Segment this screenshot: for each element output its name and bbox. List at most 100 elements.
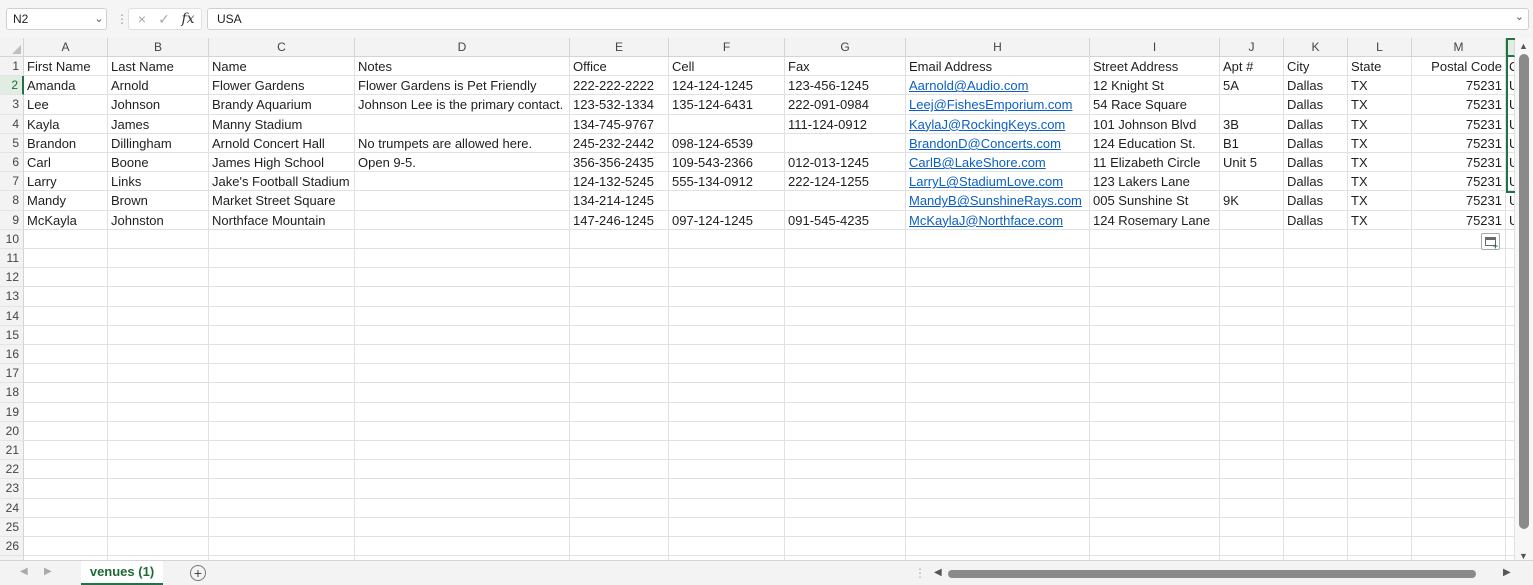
- cell[interactable]: [669, 191, 785, 211]
- cell[interactable]: [1090, 537, 1220, 557]
- row-header[interactable]: 17: [0, 364, 24, 384]
- cell[interactable]: 012-013-1245: [785, 153, 906, 173]
- cell[interactable]: [1506, 249, 1515, 269]
- cell[interactable]: 101 Johnson Blvd: [1090, 114, 1220, 134]
- cell[interactable]: TX: [1348, 153, 1412, 173]
- cell[interactable]: [1412, 402, 1506, 422]
- row-header[interactable]: 2: [0, 76, 24, 96]
- row-header[interactable]: 22: [0, 460, 24, 480]
- cell[interactable]: [1506, 325, 1515, 345]
- column-header-a[interactable]: A: [24, 38, 108, 57]
- cell[interactable]: [355, 498, 570, 518]
- cell[interactable]: 123 Lakers Lane: [1090, 172, 1220, 192]
- cell[interactable]: [355, 345, 570, 365]
- cell[interactable]: [1412, 383, 1506, 403]
- row-header[interactable]: 12: [0, 268, 24, 288]
- cell[interactable]: [1220, 287, 1284, 307]
- cell[interactable]: [24, 229, 108, 249]
- cell[interactable]: [1506, 517, 1515, 537]
- cell[interactable]: [1412, 325, 1506, 345]
- cell[interactable]: [1348, 479, 1412, 499]
- cell[interactable]: [24, 383, 108, 403]
- cell[interactable]: 75231: [1412, 133, 1506, 153]
- cell[interactable]: [570, 287, 669, 307]
- row-header[interactable]: 6: [0, 153, 24, 173]
- cell[interactable]: [108, 364, 209, 384]
- cell[interactable]: [1506, 537, 1515, 557]
- cell[interactable]: [1220, 325, 1284, 345]
- cell[interactable]: [906, 287, 1090, 307]
- cell[interactable]: Carl: [24, 153, 108, 173]
- cell[interactable]: U: [1506, 191, 1515, 211]
- cell[interactable]: [570, 517, 669, 537]
- cell[interactable]: [1348, 364, 1412, 384]
- cell[interactable]: [355, 306, 570, 326]
- cell[interactable]: [669, 517, 785, 537]
- row-header[interactable]: 13: [0, 287, 24, 307]
- cell[interactable]: 75231: [1412, 153, 1506, 173]
- cell[interactable]: [785, 441, 906, 461]
- cell[interactable]: 123-456-1245: [785, 76, 906, 96]
- cell[interactable]: TX: [1348, 172, 1412, 192]
- column-header-m[interactable]: M: [1412, 38, 1506, 57]
- cell[interactable]: KaylaJ@RockingKeys.com: [906, 114, 1090, 134]
- cell[interactable]: TX: [1348, 114, 1412, 134]
- cell[interactable]: State: [1348, 57, 1412, 77]
- cell[interactable]: [1220, 421, 1284, 441]
- cell[interactable]: [108, 441, 209, 461]
- cell[interactable]: Dallas: [1284, 210, 1348, 230]
- sheet-tab-venues[interactable]: venues (1): [81, 561, 163, 585]
- column-header-b[interactable]: B: [108, 38, 209, 57]
- column-header-n[interactable]: [1506, 38, 1515, 57]
- cell[interactable]: Links: [108, 172, 209, 192]
- scroll-up-icon[interactable]: ▲: [1519, 41, 1528, 51]
- cell[interactable]: [669, 268, 785, 288]
- cell[interactable]: [355, 268, 570, 288]
- cell[interactable]: [1412, 268, 1506, 288]
- column-header-l[interactable]: L: [1348, 38, 1412, 57]
- cell[interactable]: [1348, 345, 1412, 365]
- cell[interactable]: [24, 402, 108, 422]
- formula-input[interactable]: USA ⌄: [207, 8, 1529, 30]
- cell[interactable]: [1284, 383, 1348, 403]
- row-header[interactable]: 4: [0, 114, 24, 134]
- cell[interactable]: [1506, 421, 1515, 441]
- cell[interactable]: [1220, 249, 1284, 269]
- cell[interactable]: [108, 287, 209, 307]
- cell[interactable]: [209, 479, 355, 499]
- cell[interactable]: Flower Gardens: [209, 76, 355, 96]
- cell[interactable]: [1412, 517, 1506, 537]
- row-header[interactable]: 24: [0, 498, 24, 518]
- cell[interactable]: [355, 383, 570, 403]
- cell[interactable]: [1412, 460, 1506, 480]
- cell[interactable]: [1090, 402, 1220, 422]
- cell[interactable]: Mandy: [24, 191, 108, 211]
- row-header[interactable]: 3: [0, 95, 24, 115]
- column-header-k[interactable]: K: [1284, 38, 1348, 57]
- cell[interactable]: [1284, 479, 1348, 499]
- cell[interactable]: [669, 498, 785, 518]
- row-header[interactable]: 9: [0, 210, 24, 230]
- cell[interactable]: [906, 479, 1090, 499]
- cell[interactable]: [24, 537, 108, 557]
- cell[interactable]: U: [1506, 95, 1515, 115]
- cell[interactable]: Manny Stadium: [209, 114, 355, 134]
- cell[interactable]: [108, 345, 209, 365]
- cell[interactable]: Office: [570, 57, 669, 77]
- cancel-icon[interactable]: ×: [131, 9, 153, 29]
- cell[interactable]: [1220, 95, 1284, 115]
- tab-splitter-icon[interactable]: ⋮: [914, 566, 926, 580]
- expand-formula-bar-icon[interactable]: ⌄: [1515, 10, 1524, 23]
- cell[interactable]: [24, 421, 108, 441]
- cell[interactable]: U: [1506, 153, 1515, 173]
- cell[interactable]: [1348, 249, 1412, 269]
- cell[interactable]: [1412, 479, 1506, 499]
- cell[interactable]: [669, 114, 785, 134]
- cell[interactable]: [24, 287, 108, 307]
- cell[interactable]: [570, 325, 669, 345]
- cell[interactable]: [108, 268, 209, 288]
- previous-sheet-icon[interactable]: ◀: [20, 566, 28, 577]
- cell[interactable]: [669, 345, 785, 365]
- cell[interactable]: [209, 441, 355, 461]
- cell[interactable]: 135-124-6431: [669, 95, 785, 115]
